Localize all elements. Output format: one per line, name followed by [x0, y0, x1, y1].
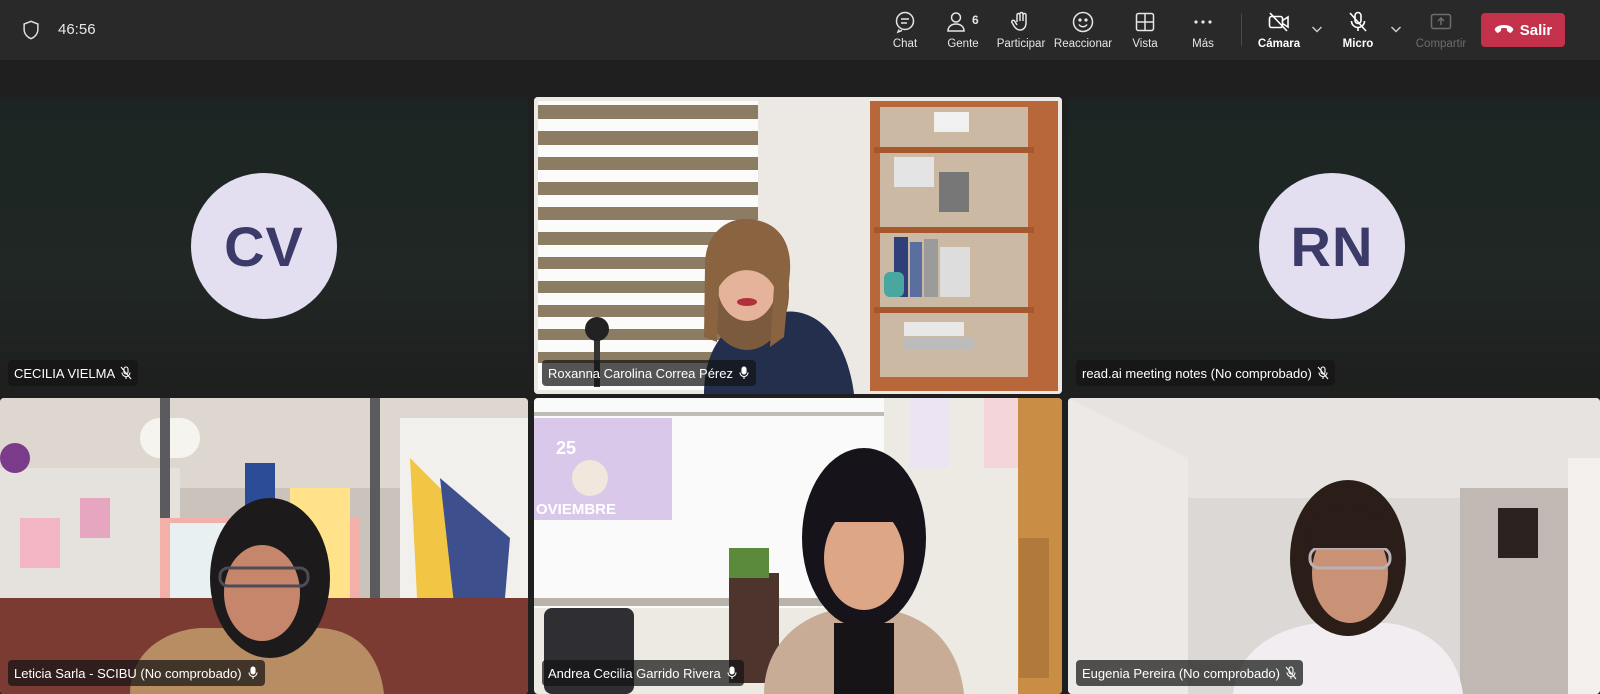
participant-name-tag: Roxanna Carolina Correa Pérez	[542, 360, 756, 386]
participant-name-tag: CECILIA VIELMA	[8, 360, 139, 386]
raise-hand-label: Participar	[996, 38, 1046, 50]
participant-name: Roxanna Carolina Correa Pérez	[548, 365, 733, 381]
participant-name: CECILIA VIELMA	[14, 365, 116, 381]
toolbar-divider	[1241, 14, 1242, 46]
participant-name-tag: Andrea Cecilia Garrido Rivera	[542, 660, 744, 686]
leave-label: Salir	[1519, 21, 1553, 39]
participant-name: Andrea Cecilia Garrido Rivera	[548, 665, 721, 681]
more-icon	[1194, 20, 1212, 24]
participant-name: Leticia Sarla - SCIBU (No comprobado)	[14, 665, 242, 681]
people-label: Gente	[947, 38, 979, 50]
poster-word: OVIEMBRE	[536, 501, 616, 518]
react-label: Reaccionar	[1053, 38, 1113, 50]
people-count: 6	[972, 13, 979, 27]
mic-on-icon	[727, 666, 737, 679]
smiley-icon	[1072, 11, 1094, 33]
poster-number: 25	[556, 438, 576, 458]
raise-hand-button[interactable]: Participar	[990, 8, 1052, 54]
participant-tile-readai[interactable]: RN read.ai meeting notes (No comprobado)	[1068, 97, 1600, 394]
participant-tile-roxanna[interactable]: Roxanna Carolina Correa Pérez	[534, 97, 1062, 394]
mic-label: Micro	[1342, 38, 1374, 50]
mic-button[interactable]: Micro	[1327, 8, 1389, 54]
mic-muted-icon	[1317, 366, 1329, 380]
mic-off-icon	[1349, 11, 1367, 32]
mic-options-chevron-icon[interactable]	[1389, 22, 1403, 36]
video-feed: 25 OVIEMBRE	[534, 398, 1062, 694]
chat-label: Chat	[892, 38, 918, 50]
view-label: Vista	[1132, 38, 1158, 50]
participant-tile-cecilia[interactable]: CV CECILIA VIELMA	[0, 97, 528, 394]
camera-options-chevron-icon[interactable]	[1310, 22, 1324, 36]
shield-icon[interactable]	[20, 19, 42, 41]
video-feed	[0, 398, 528, 694]
participant-tile-eugenia[interactable]: Eugenia Pereira (No comprobado)	[1068, 398, 1600, 694]
mic-muted-icon	[1285, 666, 1297, 680]
share-screen-icon	[1430, 13, 1452, 30]
mic-on-icon	[739, 366, 749, 379]
participant-name-tag: Eugenia Pereira (No comprobado)	[1076, 660, 1303, 686]
video-feed	[1068, 398, 1600, 694]
participant-tile-andrea[interactable]: 25 OVIEMBRE Andrea Cecilia Garrido River…	[534, 398, 1062, 694]
chat-button[interactable]: Chat	[874, 8, 936, 54]
hand-icon	[1011, 11, 1027, 31]
mic-on-icon	[248, 666, 258, 679]
meeting-toolbar: 46:56 Chat 6 Gente Participar Reaccionar…	[0, 0, 1600, 60]
people-icon	[947, 12, 965, 32]
participant-name-tag: Leticia Sarla - SCIBU (No comprobado)	[8, 660, 265, 686]
share-label: Compartir	[1415, 38, 1467, 50]
avatar: CV	[191, 173, 337, 319]
mic-muted-icon	[120, 366, 132, 380]
participant-name-tag: read.ai meeting notes (No comprobado)	[1076, 360, 1335, 386]
video-feed	[534, 97, 1062, 394]
hang-up-icon	[1494, 25, 1513, 33]
camera-off-icon	[1268, 12, 1289, 32]
camera-label: Cámara	[1257, 38, 1301, 50]
share-button[interactable]: Compartir	[1408, 8, 1474, 54]
view-button[interactable]: Vista	[1114, 8, 1176, 54]
chat-icon	[895, 11, 915, 34]
camera-button[interactable]: Cámara	[1248, 8, 1310, 54]
participant-tile-leticia[interactable]: Leticia Sarla - SCIBU (No comprobado)	[0, 398, 528, 694]
react-button[interactable]: Reaccionar	[1052, 8, 1114, 54]
participant-name: read.ai meeting notes (No comprobado)	[1082, 365, 1312, 381]
leave-button[interactable]: Salir	[1481, 13, 1565, 47]
people-button[interactable]: 6 Gente	[932, 8, 994, 54]
more-button[interactable]: Más	[1172, 8, 1234, 54]
grid-view-icon	[1135, 12, 1155, 32]
avatar: RN	[1259, 173, 1405, 319]
meeting-timer: 46:56	[58, 21, 96, 38]
more-label: Más	[1192, 38, 1214, 50]
participant-name: Eugenia Pereira (No comprobado)	[1082, 665, 1280, 681]
